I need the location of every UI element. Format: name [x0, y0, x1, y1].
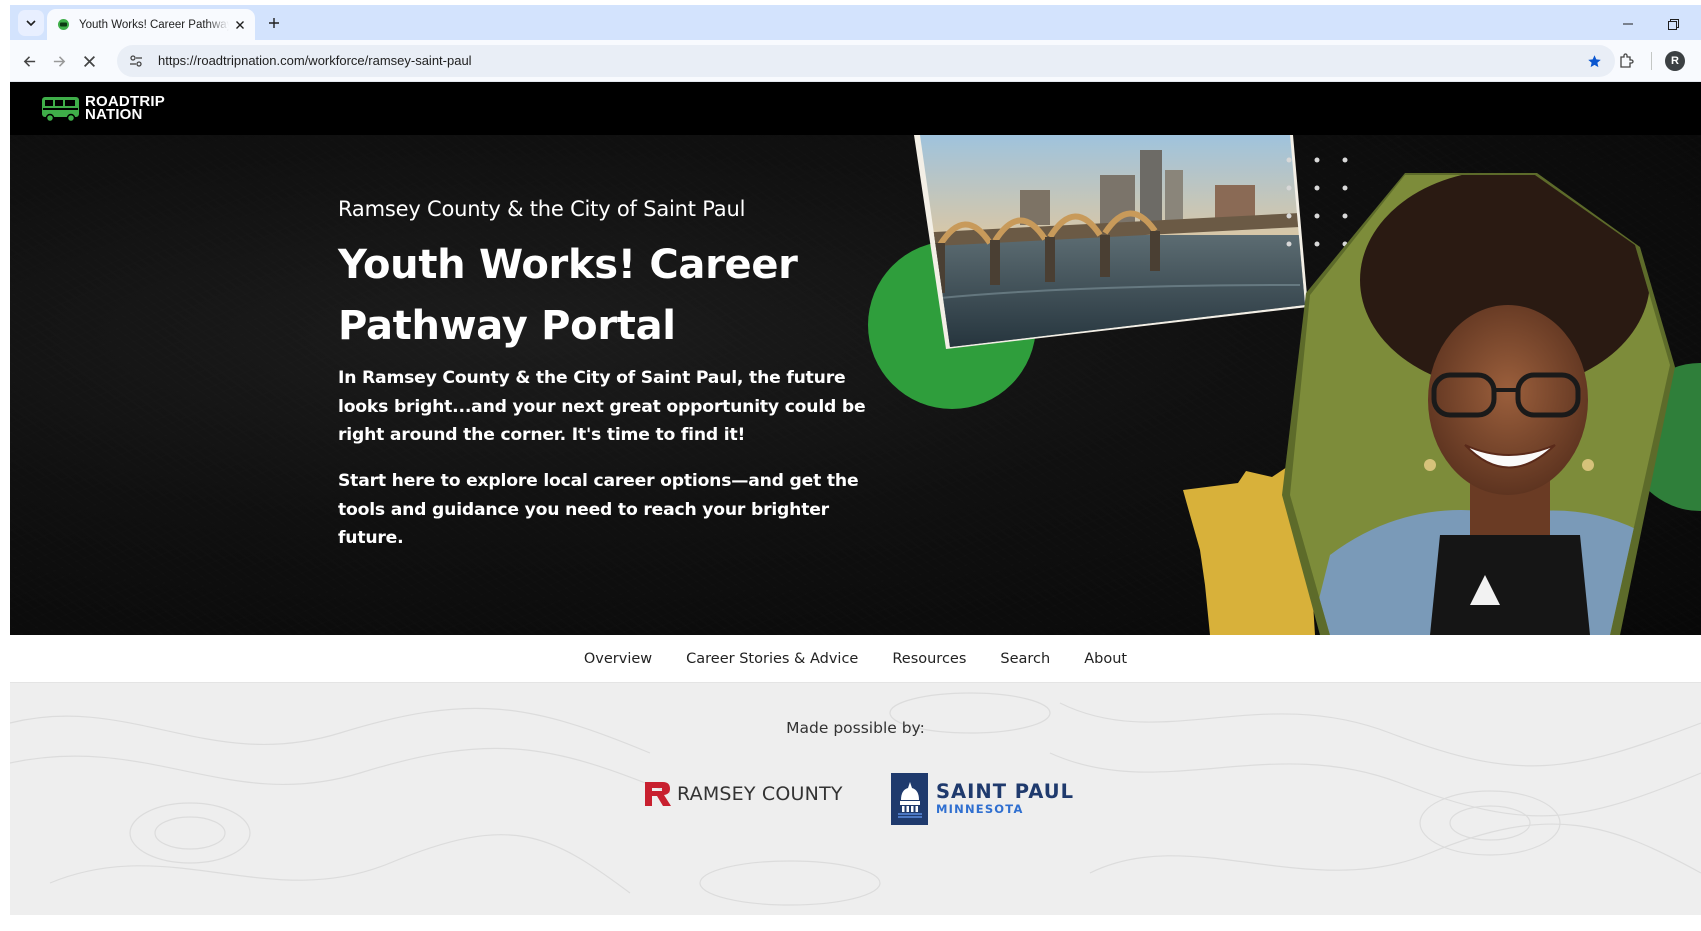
- tab-strip: Youth Works! Career Pathway Portal: [10, 5, 1701, 40]
- site-nav: Overview Career Stories & Advice Resourc…: [10, 635, 1701, 683]
- nav-item-about[interactable]: About: [1067, 651, 1144, 667]
- nav-item-overview[interactable]: Overview: [567, 651, 669, 667]
- hero-intro-paragraph: In Ramsey County & the City of Saint Pau…: [338, 368, 866, 445]
- site-header: ROADTRIP NATION: [10, 82, 1701, 135]
- saint-paul-logo[interactable]: SAINT PAUL MINNESOTA: [891, 773, 1074, 825]
- hero-title: Youth Works! Career Pathway Portal: [338, 242, 798, 349]
- logo-line-2: NATION: [85, 106, 143, 123]
- ramsey-county-logo[interactable]: RAMSEY COUNTY: [645, 782, 843, 806]
- forward-arrow-icon[interactable]: [46, 48, 72, 74]
- nav-item-career-stories-advice[interactable]: Career Stories & Advice: [669, 651, 875, 667]
- browser-window: Youth Works! Career Pathway Portal: [0, 0, 1701, 931]
- hero-banner: Ramsey County & the City of Saint Paul Y…: [10, 135, 1701, 635]
- roadtrip-nation-logo[interactable]: ROADTRIP NATION: [41, 93, 165, 123]
- tab-title: Youth Works! Career Pathway Portal: [79, 18, 229, 31]
- smiling-student-portrait: [1282, 173, 1675, 635]
- topographic-background: [10, 692, 1701, 906]
- tab-active[interactable]: Youth Works! Career Pathway Portal: [47, 9, 255, 40]
- sponsors-section: Made possible by: RAMSEY COUNTY SAINT PA…: [10, 683, 1701, 915]
- browser-toolbar: https://roadtripnation.com/workforce/ram…: [10, 40, 1701, 82]
- address-bar[interactable]: https://roadtripnation.com/workforce/ram…: [117, 45, 1615, 77]
- nav-items: Overview Career Stories & Advice Resourc…: [10, 635, 1701, 683]
- profile-avatar[interactable]: R: [1665, 51, 1685, 71]
- plus-icon[interactable]: [264, 13, 284, 33]
- site-settings-icon[interactable]: [127, 52, 145, 70]
- toolbar-divider: [1651, 52, 1652, 70]
- nav-item-resources[interactable]: Resources: [875, 651, 983, 667]
- hero-subtitle: Ramsey County & the City of Saint Paul: [338, 197, 746, 221]
- restore-icon[interactable]: [1663, 14, 1683, 34]
- close-icon[interactable]: [231, 16, 248, 33]
- hero-cta-paragraph: Start here to explore local career optio…: [338, 471, 859, 548]
- ramsey-mark-icon: [645, 782, 671, 806]
- saint-paul-bridge-photo: [914, 135, 1308, 349]
- ramsey-county-text: RAMSEY COUNTY: [677, 783, 843, 805]
- made-possible-heading: Made possible by:: [786, 719, 925, 737]
- saint-paul-name: SAINT PAUL: [936, 780, 1075, 803]
- extensions-icon[interactable]: [1613, 48, 1639, 74]
- bookmark-star-icon[interactable]: [1585, 52, 1603, 70]
- back-arrow-icon[interactable]: [16, 48, 42, 74]
- logo-wordmark: ROADTRIP NATION: [85, 94, 165, 123]
- url-text[interactable]: https://roadtripnation.com/workforce/ram…: [158, 53, 472, 68]
- stop-loading-icon[interactable]: [76, 48, 102, 74]
- saint-paul-wordmark: SAINT PAUL MINNESOTA: [936, 780, 1075, 817]
- web-page: ROADTRIP NATION Ramsey County & the City…: [10, 82, 1701, 915]
- tab-list-icon[interactable]: [18, 10, 44, 36]
- bus-logo-icon: [42, 97, 79, 123]
- capitol-dome-icon: [891, 773, 928, 825]
- minimize-icon[interactable]: [1618, 14, 1638, 34]
- saint-paul-state: MINNESOTA: [936, 802, 1024, 816]
- roadtrip-nation-favicon-icon: [56, 18, 70, 32]
- nav-item-search[interactable]: Search: [983, 651, 1067, 667]
